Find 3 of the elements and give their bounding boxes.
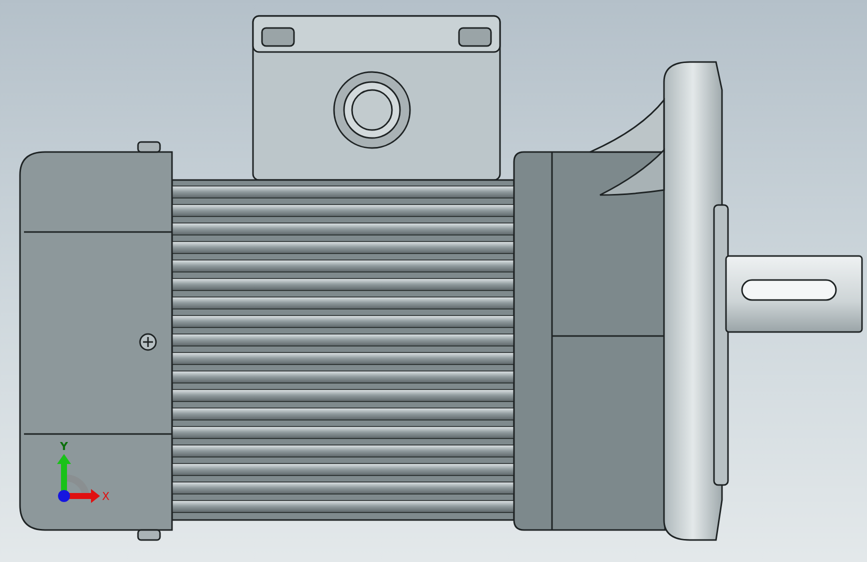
y-axis-label: Y [60, 440, 68, 453]
x-axis-label: X [102, 490, 110, 503]
axis-triad-icon [57, 454, 100, 503]
